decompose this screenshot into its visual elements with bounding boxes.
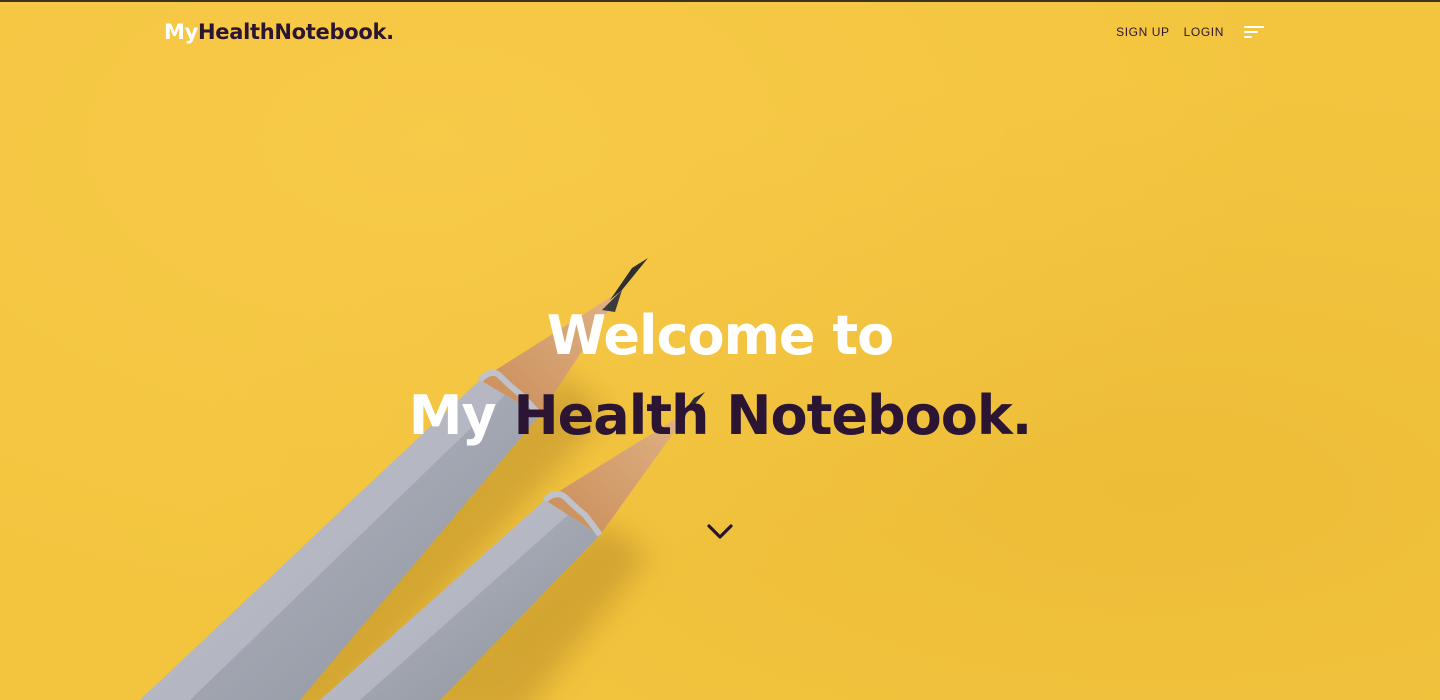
logo-part-healthnotebook: HealthNotebook. <box>198 20 394 44</box>
nav-links: SIGN UP LOGIN <box>1116 22 1264 42</box>
navbar: MyHealthNotebook. SIGN UP LOGIN <box>0 0 1440 64</box>
hero-headline: Welcome to My Health Notebook. <box>0 296 1440 456</box>
site-logo[interactable]: MyHealthNotebook. <box>164 18 394 46</box>
headline-line-1: Welcome to <box>546 304 894 367</box>
chevron-down-icon[interactable] <box>706 520 734 544</box>
hamburger-menu-icon[interactable] <box>1244 24 1264 40</box>
headline-health-notebook: Health Notebook. <box>513 384 1032 447</box>
signup-link[interactable]: SIGN UP <box>1116 22 1170 42</box>
hero-section: MyHealthNotebook. SIGN UP LOGIN Welcome … <box>0 0 1440 700</box>
login-link[interactable]: LOGIN <box>1184 22 1224 42</box>
logo-part-my: My <box>164 20 198 44</box>
headline-line-2: My Health Notebook. <box>0 376 1440 456</box>
headline-my: My <box>408 384 514 447</box>
